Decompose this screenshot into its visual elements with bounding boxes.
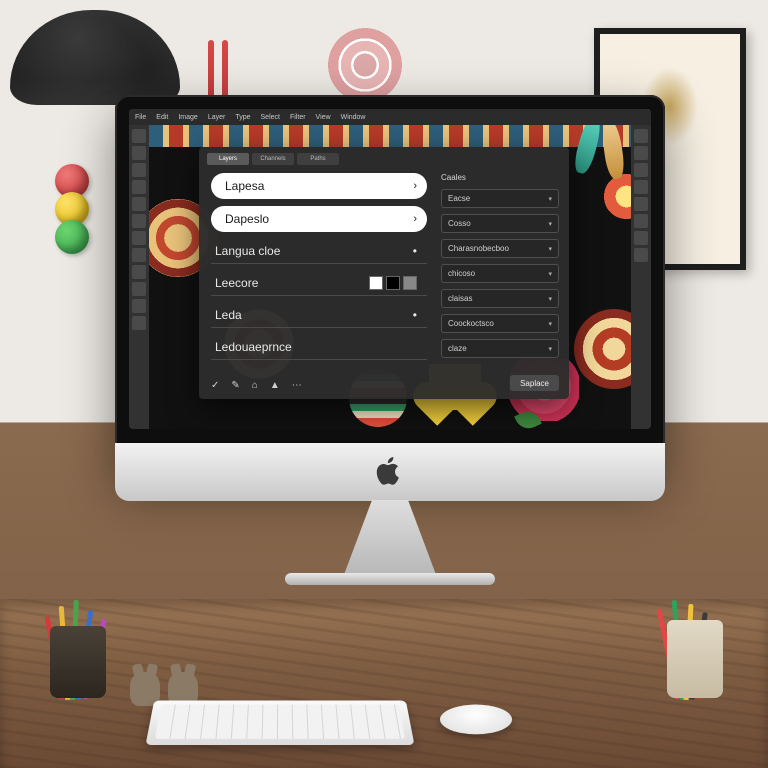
bullet-icon: • — [413, 244, 417, 258]
menu-item[interactable]: Filter — [290, 114, 306, 121]
list-item-label: Dapeslo — [225, 212, 269, 226]
apple-logo-icon — [376, 455, 404, 487]
panel-icon[interactable] — [634, 163, 648, 177]
dropdown[interactable]: Cosso — [441, 214, 559, 233]
screen: File Edit Image Layer Type Select Filter… — [129, 109, 651, 429]
scene: File Edit Image Layer Type Select Filter… — [0, 0, 768, 768]
panel-icon[interactable] — [634, 129, 648, 143]
menu-item[interactable]: Type — [235, 114, 250, 121]
keyboard — [146, 700, 415, 745]
list-item[interactable]: Ledouaeprnce — [211, 335, 427, 360]
list-item-label: Ledouaeprnce — [215, 340, 292, 354]
dialog-tab[interactable]: Channels — [252, 153, 294, 165]
dialog-action-bar: ✓ ✎ ⌂ ▲ ⋯ — [211, 380, 302, 391]
list-item-label: Leda — [215, 308, 242, 322]
monitor-stand — [330, 500, 450, 580]
list-item[interactable]: Langua cloe • — [211, 239, 427, 264]
edit-icon[interactable]: ✎ — [231, 380, 239, 391]
panel-icon[interactable] — [634, 214, 648, 228]
color-swatches — [369, 276, 417, 290]
tool-button[interactable] — [132, 146, 146, 160]
list-item[interactable]: Leecore — [211, 271, 427, 296]
dialog-tabs: Layers Channels Paths — [207, 153, 339, 165]
dialog-tab[interactable]: Paths — [297, 153, 339, 165]
bullet-icon: • — [413, 308, 417, 322]
app-menubar: File Edit Image Layer Type Select Filter… — [129, 109, 651, 125]
tool-button[interactable] — [132, 265, 146, 279]
menu-item[interactable]: Window — [341, 114, 366, 121]
menu-item[interactable]: Select — [261, 114, 280, 121]
dropdown[interactable]: chicoso — [441, 264, 559, 283]
menu-item[interactable]: Image — [178, 114, 197, 121]
hanging-balls — [55, 170, 89, 254]
imac: File Edit Image Layer Type Select Filter… — [115, 95, 665, 605]
check-icon[interactable]: ✓ — [211, 380, 219, 391]
list-item[interactable]: Lapesa › — [211, 173, 427, 199]
dropdown[interactable]: Eacse — [441, 189, 559, 208]
panel-icon[interactable] — [634, 248, 648, 262]
tool-button[interactable] — [132, 197, 146, 211]
panel-icon[interactable] — [634, 180, 648, 194]
save-button[interactable]: Saplace — [510, 375, 559, 391]
dialog-side-panel: Caales Eacse Cosso Charasnobecboo chicos… — [435, 147, 569, 399]
tool-button[interactable] — [132, 129, 146, 143]
list-item-label: Leecore — [215, 276, 258, 290]
list-item-label: Langua cloe — [215, 244, 280, 258]
list-item-label: Lapesa — [225, 179, 264, 193]
swatch-icon[interactable] — [386, 276, 400, 290]
monitor-foot — [285, 573, 495, 585]
dropdown[interactable]: claisas — [441, 289, 559, 308]
panel-icon[interactable] — [634, 197, 648, 211]
panel-icon[interactable] — [634, 231, 648, 245]
right-panel-strip — [631, 125, 651, 429]
panel-icon[interactable] — [634, 146, 648, 160]
tool-button[interactable] — [132, 214, 146, 228]
tool-button[interactable] — [132, 180, 146, 194]
menu-item[interactable]: Layer — [208, 114, 226, 121]
tool-button[interactable] — [132, 282, 146, 296]
swatch-icon[interactable] — [403, 276, 417, 290]
list-item[interactable]: Dapeslo › — [211, 206, 427, 232]
dropdown[interactable]: Coockoctsco — [441, 314, 559, 333]
menu-item[interactable]: Edit — [156, 114, 168, 121]
dropdown[interactable]: Charasnobecboo — [441, 239, 559, 258]
tool-button[interactable] — [132, 163, 146, 177]
monitor-bezel: File Edit Image Layer Type Select Filter… — [115, 95, 665, 475]
menu-item[interactable]: View — [316, 114, 331, 121]
chevron-right-icon: › — [413, 180, 417, 192]
settings-dialog: Layers Channels Paths Lapesa › Dapeslo › — [199, 147, 569, 399]
left-toolbar — [129, 125, 149, 429]
list-item[interactable]: Leda • — [211, 303, 427, 328]
dialog-list: Lapesa › Dapeslo › Langua cloe • Leeco — [199, 147, 435, 399]
more-icon[interactable]: ⋯ — [292, 380, 302, 391]
dialog-tab[interactable]: Layers — [207, 153, 249, 165]
tool-button[interactable] — [132, 299, 146, 313]
pencil-cup — [667, 620, 723, 698]
tool-button[interactable] — [132, 248, 146, 262]
dropdown[interactable]: claze — [441, 339, 559, 358]
chevron-right-icon: › — [413, 213, 417, 225]
up-icon[interactable]: ▲ — [270, 380, 280, 391]
tool-button[interactable] — [132, 231, 146, 245]
menu-item[interactable]: File — [135, 114, 146, 121]
side-panel-header: Caales — [441, 173, 559, 182]
home-icon[interactable]: ⌂ — [252, 380, 258, 391]
tool-button[interactable] — [132, 316, 146, 330]
swatch-icon[interactable] — [369, 276, 383, 290]
pencil-cup — [50, 626, 106, 698]
